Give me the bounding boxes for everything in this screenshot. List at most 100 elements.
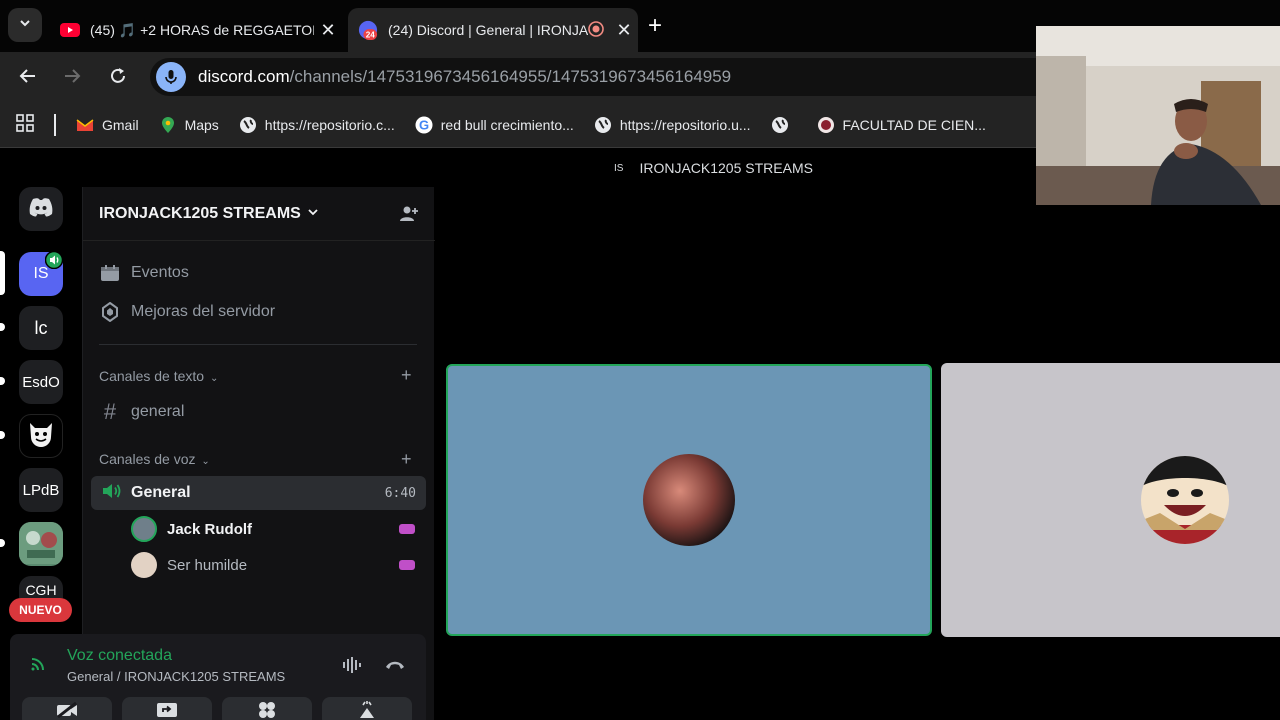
noise-suppression-icon[interactable] <box>342 656 364 679</box>
voice-timer: 6:40 <box>384 485 416 501</box>
bookmark-label: Maps <box>184 116 219 133</box>
divider <box>99 344 417 345</box>
title-server-name: IRONJACK1205 STREAMS <box>639 160 813 176</box>
discord-logo-icon <box>28 197 54 222</box>
invite-people-icon[interactable] <box>399 204 419 229</box>
server-boosts-item[interactable]: Mejoras del servidor <box>99 302 275 322</box>
bookmark-label: https://repositorio.u... <box>619 116 751 133</box>
tab-title: (45) 🎵 +2 HORAS de REGGAETON <box>90 21 314 38</box>
guild-label: lc <box>34 317 48 338</box>
new-badge[interactable]: NUEVO <box>9 598 72 622</box>
boost-gem-icon <box>99 302 121 322</box>
guild-label: LPdB <box>22 481 60 499</box>
events-item[interactable]: Eventos <box>99 264 189 282</box>
participant-tile-speaking[interactable] <box>446 364 932 636</box>
bookmark-repositorio-c[interactable]: https://repositorio.c... <box>239 116 395 134</box>
speaker-icon <box>101 481 123 506</box>
guild-lpdb[interactable]: LPdB <box>19 468 63 512</box>
guild-label: CGH <box>25 582 57 598</box>
avatar <box>131 516 157 542</box>
selected-server-pill <box>0 251 5 295</box>
bookmark-label: https://repositorio.c... <box>264 116 395 133</box>
tab-youtube[interactable]: (45) 🎵 +2 HORAS de REGGAETON ✕ <box>50 8 342 52</box>
bookmark-maps[interactable]: Maps <box>159 116 219 134</box>
tab-discord[interactable]: 24 (24) Discord | General | IRONJACK1205… <box>348 8 638 52</box>
boosts-label: Mejoras del servidor <box>131 303 276 320</box>
webcam-preview <box>1036 26 1280 205</box>
member-name: Jack Rudolf <box>167 520 253 538</box>
bookmark-label: FACULTAD DE CIEN... <box>842 116 986 133</box>
bookmark-facultad[interactable]: FACULTAD DE CIEN... <box>817 116 986 134</box>
apps-grid-icon[interactable] <box>16 114 34 135</box>
guild-label: EsdO <box>22 373 60 391</box>
direct-messages-button[interactable] <box>19 187 63 231</box>
back-arrow-icon[interactable] <box>18 66 38 92</box>
voice-member[interactable]: Jack Rudolf <box>131 516 415 542</box>
guild-lc[interactable]: lc <box>19 306 63 350</box>
bookmark-unnamed[interactable] <box>771 116 797 134</box>
soundboard-button[interactable] <box>322 697 412 720</box>
new-tab-button[interactable]: + <box>648 12 662 40</box>
guild-esdo[interactable]: EsdO <box>19 360 63 404</box>
globe-icon <box>239 116 257 134</box>
voice-status: Voz conectada <box>67 647 172 664</box>
text-channels-category[interactable]: Canales de texto ⌄ <box>99 368 218 384</box>
voice-channels-category[interactable]: Canales de voz ⌄ <box>99 451 210 467</box>
server-header[interactable]: IRONJACK1205 STREAMS <box>83 187 435 241</box>
tab-title: (24) Discord | General | IRONJACK1205 <box>388 22 588 38</box>
bookmark-label: Gmail <box>102 116 139 133</box>
signal-icon <box>30 654 48 677</box>
bookmark-repositorio-u[interactable]: https://repositorio.u... <box>594 116 751 134</box>
voice-location[interactable]: General / IRONJACK1205 STREAMS <box>67 669 285 684</box>
guild-mascot[interactable] <box>19 414 63 458</box>
create-text-channel-button[interactable]: + <box>401 365 412 386</box>
chevron-down-icon: ⌄ <box>209 373 219 384</box>
tab-search-button[interactable] <box>8 8 42 42</box>
avatar <box>643 454 735 546</box>
google-icon: G <box>415 116 433 134</box>
forward-arrow-icon[interactable] <box>62 66 82 92</box>
activities-button[interactable] <box>222 697 312 720</box>
close-tab-icon[interactable]: ✕ <box>314 20 342 41</box>
speaker-badge-icon <box>44 250 64 274</box>
discord-icon: 24 <box>358 20 378 40</box>
member-name: Ser humilde <box>167 556 248 574</box>
create-voice-channel-button[interactable]: + <box>401 449 412 470</box>
server-abbr: IS <box>614 162 624 174</box>
channel-label: general <box>131 403 185 420</box>
avatar <box>1140 455 1230 550</box>
svg-text:24: 24 <box>366 31 376 40</box>
participant-tile[interactable] <box>941 363 1280 637</box>
channel-general-text[interactable]: # general <box>99 399 185 425</box>
gmail-icon <box>76 116 94 134</box>
close-tab-icon[interactable]: ✕ <box>610 20 638 41</box>
server-name: IRONJACK1205 STREAMS <box>99 204 301 222</box>
university-icon <box>817 116 835 134</box>
unread-dot <box>0 323 5 331</box>
voice-stage <box>435 187 1280 720</box>
voice-channel-general[interactable]: General 6:40 <box>91 476 426 510</box>
chevron-down-icon <box>307 205 319 223</box>
title-server: IS IRONJACK1205 STREAMS <box>614 160 813 176</box>
globe-icon <box>771 116 789 134</box>
guild-image[interactable] <box>19 522 63 566</box>
webcam-image <box>1036 26 1280 205</box>
bookmark-red-bull[interactable]: G red bull crecimiento... <box>415 116 574 134</box>
avatar <box>131 552 157 578</box>
camera-off-button[interactable] <box>22 697 112 720</box>
hashtag-icon: # <box>103 399 117 424</box>
unread-dot <box>0 539 5 547</box>
voice-member[interactable]: Ser humilde <box>131 552 415 578</box>
share-screen-button[interactable] <box>122 697 212 720</box>
microphone-icon[interactable] <box>156 62 186 92</box>
maps-icon <box>159 116 177 134</box>
camera-off-icon <box>56 701 78 720</box>
reload-icon[interactable] <box>108 66 128 92</box>
mascot-icon <box>24 417 58 456</box>
guild-cgh[interactable]: CGH <box>19 576 63 598</box>
soundboard-icon <box>357 700 377 720</box>
bookmark-gmail[interactable]: Gmail <box>76 116 139 134</box>
server-image-icon <box>19 522 63 566</box>
bookmark-divider <box>54 113 56 136</box>
disconnect-icon[interactable] <box>384 658 406 677</box>
